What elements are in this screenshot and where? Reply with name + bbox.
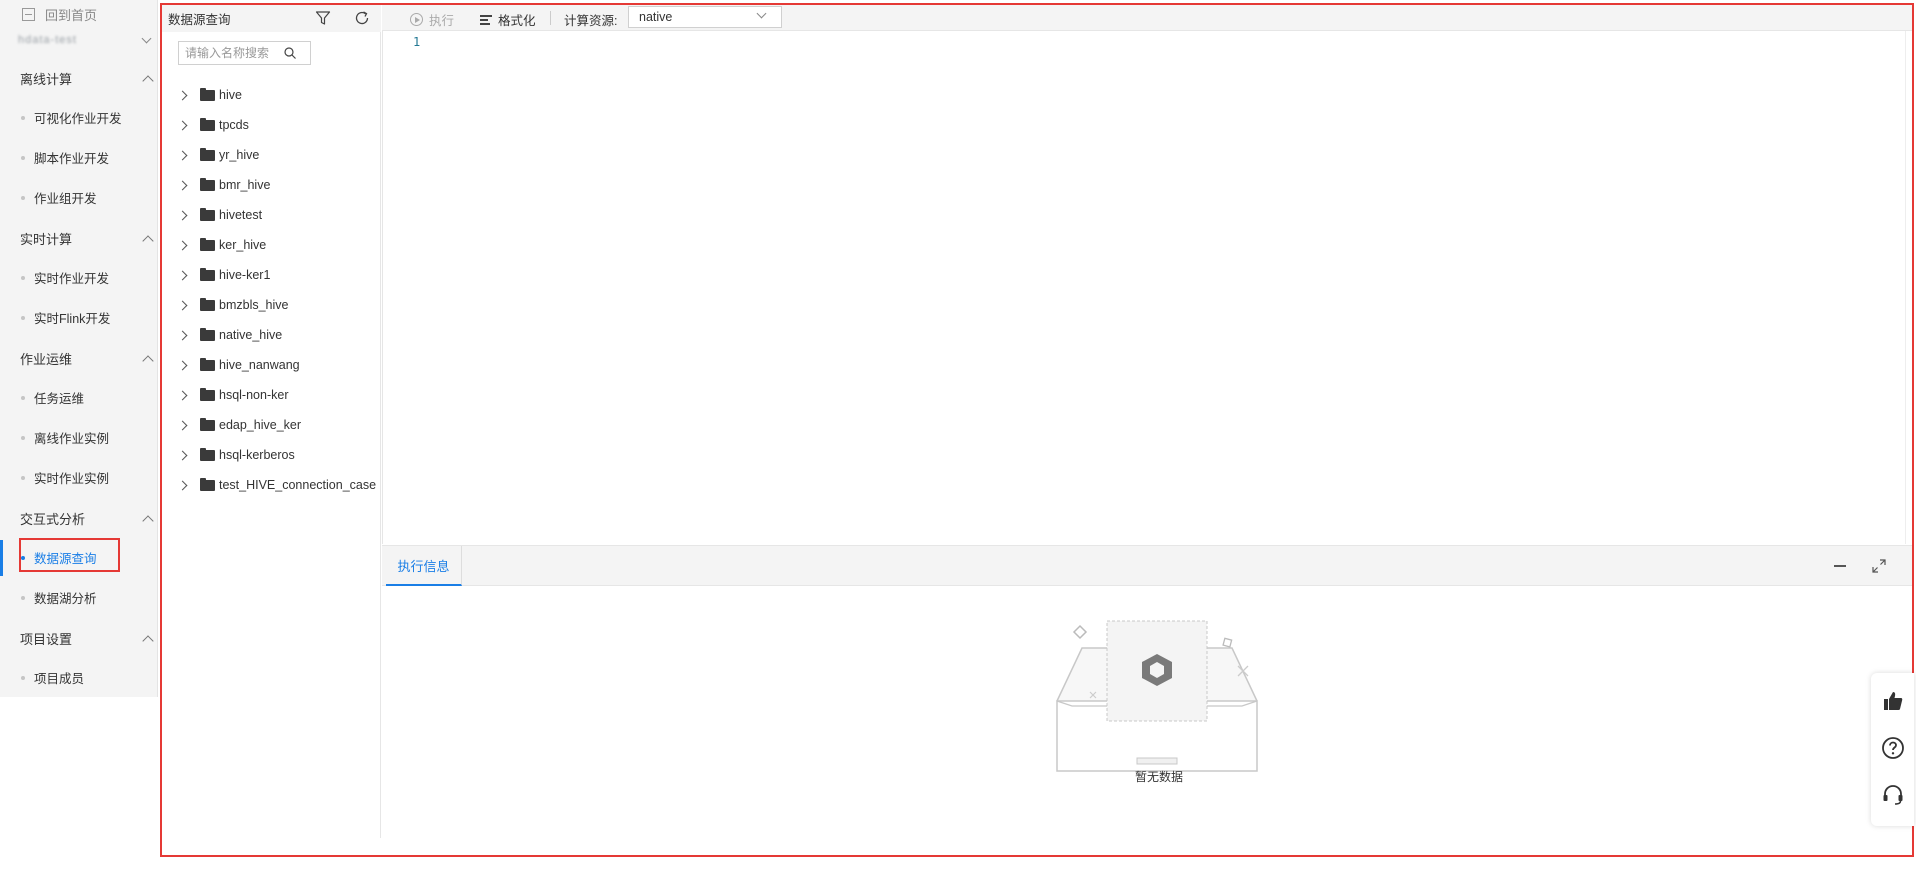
nav-item-project-members[interactable]: 项目成员 [20,668,84,686]
help-icon[interactable] [1881,736,1905,760]
nav-item-realtime-instance[interactable]: 实时作业实例 [20,468,109,486]
nav-group-label: 离线计算 [20,71,73,87]
floating-toolbar [1871,673,1914,826]
nav-group-label: 项目设置 [20,631,73,647]
nav-group-ops[interactable]: 作业运维 [20,348,154,368]
nav-item-offline-instance[interactable]: 离线作业实例 [20,428,109,446]
nav-item-task-ops[interactable]: 任务运维 [20,388,84,406]
home-link[interactable]: 回到首页 [22,6,98,23]
nav-group-label: 实时计算 [20,231,73,247]
nav-item-job-group[interactable]: 作业组开发 [21,188,97,206]
project-selector[interactable]: hdata-test [18,32,152,48]
home-icon [22,7,35,21]
chevron-up-icon [142,514,154,527]
nav-group-offline[interactable]: 离线计算 [20,68,154,88]
side-navigation: 回到首页 hdata-test 离线计算 可视化作业开发 脚本作业开发 作业组开… [0,0,158,697]
active-indicator [0,540,3,576]
nav-item-script-job[interactable]: 脚本作业开发 [20,148,109,166]
nav-item-realtime-flink[interactable]: 实时Flink开发 [20,308,110,326]
nav-item-visual-job[interactable]: 可视化作业开发 [21,108,122,126]
home-link-label: 回到首页 [45,7,98,23]
nav-group-label: 交互式分析 [20,511,86,527]
chevron-up-icon [142,234,154,247]
nav-group-interactive[interactable]: 交互式分析 [20,508,154,528]
project-name: hdata-test [18,34,77,46]
highlight-frame [160,3,1914,857]
thumbs-up-icon[interactable] [1881,689,1905,713]
nav-group-label: 作业运维 [20,351,73,367]
nav-group-realtime[interactable]: 实时计算 [20,228,154,248]
chevron-up-icon [142,74,154,87]
nav-item-realtime-job[interactable]: 实时作业开发 [20,268,109,286]
highlight-box [19,538,120,572]
customer-service-icon[interactable] [1881,783,1905,807]
nav-item-datalake-analysis[interactable]: 数据湖分析 [21,588,97,606]
chevron-down-icon [141,33,152,43]
nav-group-project-settings[interactable]: 项目设置 [20,628,154,648]
chevron-up-icon [142,354,154,367]
chevron-up-icon [142,634,154,647]
